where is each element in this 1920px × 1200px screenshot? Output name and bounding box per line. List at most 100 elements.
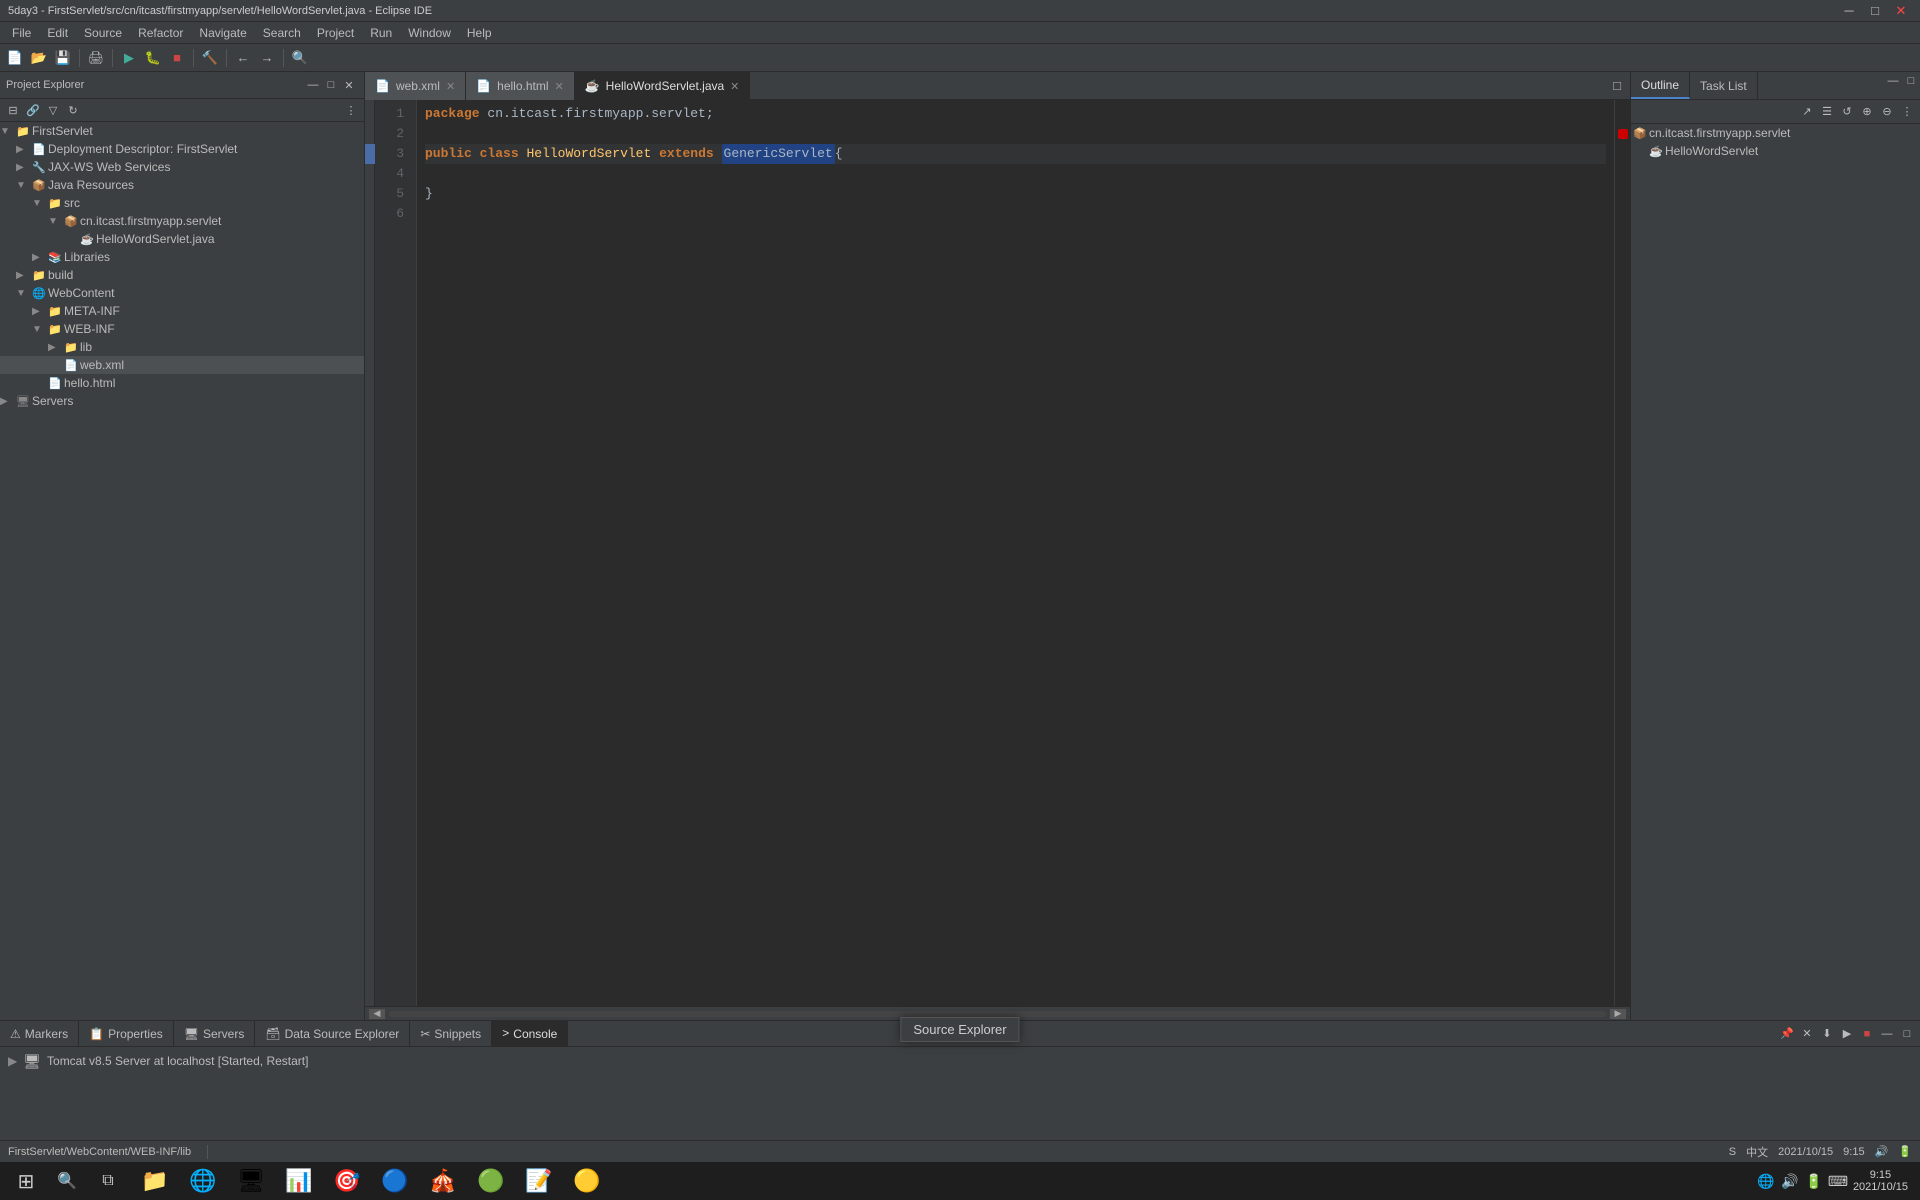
menu-search[interactable]: Search: [255, 24, 309, 42]
taskbar-app-terminal[interactable]: 🖥: [228, 1163, 274, 1199]
tab-webxml[interactable]: 📄 web.xml ✕: [365, 72, 466, 100]
tree-item-servers[interactable]: ▶ 🖥 Servers: [0, 392, 364, 410]
bottom-minimize[interactable]: —: [1878, 1025, 1896, 1043]
hscroll-track[interactable]: [389, 1011, 1606, 1017]
console-stop[interactable]: ■: [1858, 1025, 1876, 1043]
outline-item-package[interactable]: 📦 cn.itcast.firstmyapp.servlet: [1631, 124, 1920, 142]
tab-servers[interactable]: 🖥 Servers: [174, 1021, 256, 1046]
menu-run[interactable]: Run: [362, 24, 400, 42]
tree-item-firstservlet[interactable]: ▼ 📁 FirstServlet: [0, 122, 364, 140]
tab-properties[interactable]: 📋 Properties: [79, 1021, 174, 1046]
minimize-button[interactable]: ─: [1838, 0, 1860, 22]
tab-hellohtml-close[interactable]: ✕: [555, 80, 564, 93]
taskbar-app-unknown4[interactable]: 🟡: [564, 1163, 610, 1199]
taskbar-battery[interactable]: 🔋: [1805, 1172, 1823, 1190]
scroll-right[interactable]: ▶: [1610, 1009, 1626, 1019]
pe-sync[interactable]: ↻: [64, 101, 82, 119]
new-button[interactable]: 📄: [4, 47, 26, 69]
taskbar-search[interactable]: 🔍: [50, 1163, 84, 1199]
outline-btn1[interactable]: ↗: [1798, 103, 1816, 121]
taskbar-clock[interactable]: 9:15 2021/10/15: [1853, 1169, 1908, 1193]
taskbar-app-excel[interactable]: 📊: [276, 1163, 322, 1199]
tab-outline[interactable]: Outline: [1631, 72, 1690, 99]
tree-item-hellowordservlet[interactable]: ▶ ☕ HelloWordServlet.java: [0, 230, 364, 248]
taskbar-task-view[interactable]: ⧉: [86, 1163, 130, 1199]
scroll-left[interactable]: ◀: [369, 1009, 385, 1019]
restore-button[interactable]: □: [1864, 0, 1886, 22]
pe-minimize-btn[interactable]: —: [304, 76, 322, 94]
taskbar-volume[interactable]: 🔊: [1781, 1172, 1799, 1190]
run-button[interactable]: ▶: [118, 47, 140, 69]
menu-navigate[interactable]: Navigate: [191, 24, 254, 42]
tree-item-deployment[interactable]: ▶ 📄 Deployment Descriptor: FirstServlet: [0, 140, 364, 158]
editor-maximize[interactable]: □: [1606, 74, 1628, 96]
open-button[interactable]: 📂: [28, 47, 50, 69]
outline-maximize[interactable]: □: [1902, 72, 1920, 90]
search-button[interactable]: 🔍: [289, 47, 311, 69]
tab-tasklist[interactable]: Task List: [1690, 72, 1758, 99]
tree-item-jaxws[interactable]: ▶ 🔧 JAX-WS Web Services: [0, 158, 364, 176]
start-button[interactable]: ⊞: [4, 1163, 48, 1199]
close-button[interactable]: ✕: [1890, 0, 1912, 22]
taskbar-app-edge[interactable]: 🌐: [180, 1163, 226, 1199]
pe-collapse-all[interactable]: ⊟: [4, 101, 22, 119]
taskbar-app-chrome[interactable]: 🔵: [372, 1163, 418, 1199]
back-button[interactable]: ←: [232, 47, 254, 69]
tree-item-webcontent[interactable]: ▼ 🌐 WebContent: [0, 284, 364, 302]
tree-item-package[interactable]: ▼ 📦 cn.itcast.firstmyapp.servlet: [0, 212, 364, 230]
outline-item-class[interactable]: ☕ HelloWordServlet: [1631, 142, 1920, 160]
bottom-maximize[interactable]: □: [1898, 1025, 1916, 1043]
pe-maximize-btn[interactable]: □: [322, 76, 340, 94]
pe-close-btn[interactable]: ✕: [340, 76, 358, 94]
menu-window[interactable]: Window: [400, 24, 459, 42]
console-run[interactable]: ▶: [1838, 1025, 1856, 1043]
menu-refactor[interactable]: Refactor: [130, 24, 191, 42]
outline-btn6[interactable]: ⋮: [1898, 103, 1916, 121]
console-clear[interactable]: ✕: [1798, 1025, 1816, 1043]
tab-webxml-close[interactable]: ✕: [446, 80, 455, 93]
debug-button[interactable]: 🐛: [142, 47, 164, 69]
taskbar-app-unknown2[interactable]: 🎪: [420, 1163, 466, 1199]
tree-item-build[interactable]: ▶ 📁 build: [0, 266, 364, 284]
outline-btn5[interactable]: ⊖: [1878, 103, 1896, 121]
pe-menu[interactable]: ⋮: [342, 101, 360, 119]
menu-project[interactable]: Project: [309, 24, 362, 42]
tab-hellowordservlet[interactable]: ☕ HelloWordServlet.java ✕: [575, 72, 751, 100]
tab-hellohtml[interactable]: 📄 hello.html ✕: [466, 72, 575, 100]
taskbar-app-unknown3[interactable]: 🟢: [468, 1163, 514, 1199]
menu-help[interactable]: Help: [459, 24, 500, 42]
code-editor[interactable]: 1 2 3 4 5 6 package cn.itcast.firstmyapp…: [365, 100, 1630, 1006]
outline-btn3[interactable]: ↺: [1838, 103, 1856, 121]
pe-link-editor[interactable]: 🔗: [24, 101, 42, 119]
tree-item-webxml[interactable]: ▶ 📄 web.xml: [0, 356, 364, 374]
code-content[interactable]: package cn.itcast.firstmyapp.servlet; pu…: [417, 100, 1614, 1006]
tree-item-libraries[interactable]: ▶ 📚 Libraries: [0, 248, 364, 266]
menu-source[interactable]: Source: [76, 24, 130, 42]
tab-console[interactable]: > Console: [492, 1021, 568, 1046]
taskbar-keyboard[interactable]: ⌨: [1829, 1172, 1847, 1190]
tab-markers[interactable]: ⚠ Markers: [0, 1021, 79, 1046]
outline-btn2[interactable]: ☰: [1818, 103, 1836, 121]
tree-item-hellohtml[interactable]: ▶ 📄 hello.html: [0, 374, 364, 392]
print-button[interactable]: 🖨: [85, 47, 107, 69]
menu-file[interactable]: File: [4, 24, 39, 42]
tree-item-web-inf[interactable]: ▼ 📁 WEB-INF: [0, 320, 364, 338]
tree-item-lib[interactable]: ▶ 📁 lib: [0, 338, 364, 356]
menu-edit[interactable]: Edit: [39, 24, 76, 42]
stop-button[interactable]: ■: [166, 47, 188, 69]
tab-hellowordservlet-close[interactable]: ✕: [730, 80, 739, 93]
console-scroll[interactable]: ⬇: [1818, 1025, 1836, 1043]
tree-item-java-resources[interactable]: ▼ 📦 Java Resources: [0, 176, 364, 194]
forward-button[interactable]: →: [256, 47, 278, 69]
taskbar-app-explorer[interactable]: 📁: [132, 1163, 178, 1199]
pe-filter[interactable]: ▽: [44, 101, 62, 119]
save-button[interactable]: 💾: [52, 47, 74, 69]
tab-snippets[interactable]: ✂ Snippets: [410, 1021, 492, 1046]
build-button[interactable]: 🔨: [199, 47, 221, 69]
taskbar-app-word[interactable]: 📝: [516, 1163, 562, 1199]
tree-item-meta-inf[interactable]: ▶ 📁 META-INF: [0, 302, 364, 320]
taskbar-app-unknown1[interactable]: 🎯: [324, 1163, 370, 1199]
outline-btn4[interactable]: ⊕: [1858, 103, 1876, 121]
outline-minimize[interactable]: —: [1884, 72, 1902, 90]
tree-item-src[interactable]: ▼ 📁 src: [0, 194, 364, 212]
